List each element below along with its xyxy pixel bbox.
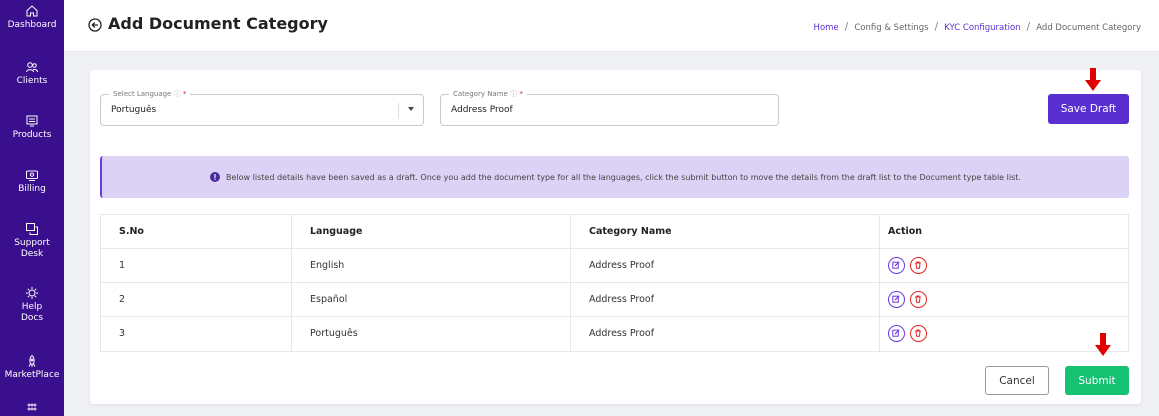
- column-header-category: Category Name: [570, 215, 879, 249]
- column-header-language: Language: [291, 215, 570, 249]
- language-select-value: Português: [111, 105, 157, 115]
- edit-icon: [892, 295, 900, 303]
- category-name-field[interactable]: Category Name ⓘ * Address Proof: [440, 89, 779, 126]
- sidebar-item-label: Clients: [16, 76, 48, 86]
- save-draft-button[interactable]: Save Draft: [1048, 94, 1129, 124]
- cell-category: Address Proof: [570, 317, 879, 351]
- edit-button[interactable]: [888, 291, 905, 308]
- edit-button[interactable]: [888, 257, 905, 274]
- language-select[interactable]: Select Language ⓘ * Português: [100, 89, 424, 126]
- cell-action: [879, 317, 1130, 351]
- users-icon: [26, 62, 38, 73]
- breadcrumb-kyc-configuration[interactable]: KYC Configuration: [944, 23, 1020, 33]
- info-icon: [210, 172, 221, 182]
- breadcrumb-separator: /: [1026, 20, 1031, 33]
- cell-sno: 2: [119, 294, 126, 305]
- table-row: 3 Português Address Proof: [101, 317, 1128, 351]
- trash-icon: [915, 329, 921, 337]
- breadcrumb-separator: /: [934, 20, 939, 33]
- select-divider: [398, 103, 399, 119]
- language-select-label: Select Language ⓘ *: [109, 89, 191, 99]
- rocket-icon: [28, 354, 36, 367]
- sidebar-item-label: Support Desk: [14, 238, 50, 259]
- sidebar-item-label: Billing: [18, 184, 46, 194]
- form-card: Select Language ⓘ * Português Category N…: [90, 70, 1141, 404]
- alert-message: Below listed details have been saved as …: [226, 172, 1021, 182]
- cell-action: [879, 249, 1130, 283]
- sidebar-item-label: Help Docs: [20, 302, 44, 323]
- chevron-down-icon[interactable]: [408, 107, 414, 111]
- page-title: Add Document Category: [108, 14, 328, 33]
- support-icon: [26, 223, 38, 235]
- cell-category: Address Proof: [570, 283, 879, 317]
- annotation-arrow-down-icon: [1095, 333, 1111, 356]
- breadcrumb-config-settings: Config & Settings: [854, 23, 929, 33]
- cell-language: English: [291, 249, 570, 283]
- category-name-label: Category Name ⓘ *: [449, 89, 527, 99]
- sidebar: Dashboard Clients Products Billing Suppo…: [0, 0, 64, 416]
- help-icon: [26, 287, 38, 299]
- edit-icon: [892, 329, 900, 337]
- sidebar-item-billing[interactable]: Billing: [0, 168, 64, 195]
- help-circle-icon: ⓘ: [173, 90, 181, 98]
- sidebar-item-support-desk[interactable]: Support Desk: [0, 222, 64, 260]
- table-header-row: S.No Language Category Name Action: [101, 215, 1128, 249]
- cell-language: Español: [291, 283, 570, 317]
- page-header: Add Document Category Home / Config & Sett…: [64, 0, 1159, 52]
- column-header-action: Action: [879, 215, 1130, 249]
- delete-button[interactable]: [910, 291, 928, 308]
- cell-sno: 1: [119, 260, 126, 271]
- cancel-button[interactable]: Cancel: [985, 366, 1049, 395]
- cell-sno: 3: [119, 328, 126, 339]
- sidebar-item-help-docs[interactable]: Help Docs: [0, 286, 64, 324]
- column-header-sno: S.No: [119, 226, 144, 237]
- draft-info-alert: Below listed details have been saved as …: [100, 156, 1129, 198]
- billing-icon: [26, 170, 38, 181]
- breadcrumb: Home / Config & Settings / KYC Configuration…: [814, 20, 1141, 33]
- back-arrow-icon[interactable]: [88, 18, 102, 32]
- cell-action: [879, 283, 1130, 317]
- sidebar-item-products[interactable]: Products: [0, 114, 64, 141]
- trash-icon: [915, 295, 921, 303]
- edit-icon: [892, 261, 900, 269]
- table-row: 1 English Address Proof: [101, 249, 1128, 283]
- edit-button[interactable]: [888, 325, 905, 342]
- sidebar-item-dashboard[interactable]: Dashboard: [0, 4, 64, 31]
- home-icon: [26, 5, 38, 17]
- category-name-value[interactable]: Address Proof: [451, 105, 513, 115]
- draft-table: S.No Language Category Name Action 1 Eng…: [100, 214, 1129, 352]
- sidebar-item-more[interactable]: [0, 403, 64, 415]
- breadcrumb-home[interactable]: Home: [814, 23, 839, 33]
- sidebar-item-clients[interactable]: Clients: [0, 60, 64, 87]
- sidebar-item-label: Products: [12, 130, 52, 140]
- cell-language: Português: [291, 317, 570, 351]
- sidebar-item-label: MarketPlace: [4, 370, 60, 380]
- submit-button[interactable]: Submit: [1065, 366, 1129, 395]
- delete-button[interactable]: [910, 257, 928, 274]
- grid-icon: [27, 403, 37, 411]
- delete-button[interactable]: [910, 325, 928, 342]
- cell-category: Address Proof: [570, 249, 879, 283]
- sidebar-item-label: Dashboard: [7, 20, 57, 30]
- table-row: 2 Español Address Proof: [101, 283, 1128, 317]
- help-circle-icon: ⓘ: [510, 90, 518, 98]
- sidebar-item-marketplace[interactable]: MarketPlace: [0, 354, 64, 381]
- annotation-arrow-down-icon: [1085, 68, 1101, 91]
- breadcrumb-separator: /: [844, 20, 849, 33]
- breadcrumb-current: Add Document Category: [1036, 23, 1141, 33]
- products-icon: [26, 115, 38, 127]
- trash-icon: [915, 261, 921, 269]
